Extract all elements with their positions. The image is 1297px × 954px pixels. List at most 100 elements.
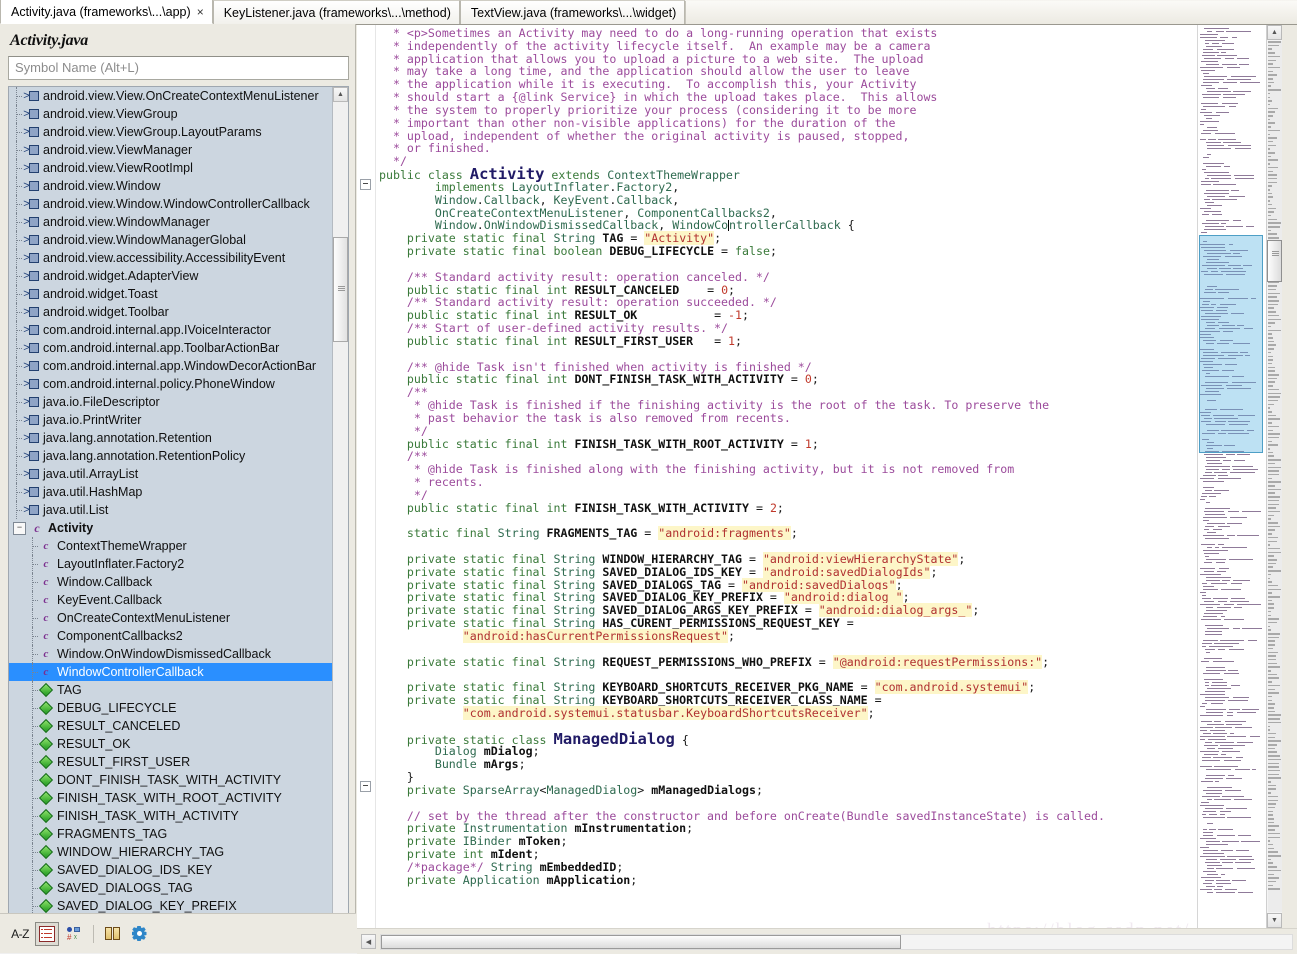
tree-item-com-android-internal-app-ivoiceinteractor[interactable]: > com.android.internal.app.IVoiceInteract… <box>9 321 334 339</box>
close-icon[interactable]: × <box>197 1 204 23</box>
tree-item-java-io-filedescriptor[interactable]: > java.io.FileDescriptor <box>9 393 334 411</box>
code-editor[interactable]: * <p>Sometimes an Activity may need to d… <box>357 25 1197 928</box>
code-text[interactable]: * <p>Sometimes an Activity may need to d… <box>379 27 1197 886</box>
tree-item-android-widget-toast[interactable]: > android.widget.Toast <box>9 285 334 303</box>
tree-item-java-util-list[interactable]: > java.util.List <box>9 501 334 519</box>
tree-item-windowcontrollercallback[interactable]: c WindowControllerCallback <box>9 663 334 681</box>
tree-item-java-util-arraylist[interactable]: > java.util.ArrayList <box>9 465 334 483</box>
tree-item-result-first-user[interactable]: RESULT_FIRST_USER <box>9 753 334 771</box>
documentation-button[interactable] <box>102 923 124 945</box>
scroll-up-arrow[interactable]: ▲ <box>1267 25 1282 40</box>
tree-item-java-io-printwriter[interactable]: > java.io.PrintWriter <box>9 411 334 429</box>
annotation-mark <box>1268 488 1281 491</box>
tree-item-android-view-windowmanager[interactable]: > android.view.WindowManager <box>9 213 334 231</box>
tree-item-android-widget-toolbar[interactable]: > android.widget.Toolbar <box>9 303 334 321</box>
tree-item-android-view-viewgroup-layoutparams[interactable]: > android.view.ViewGroup.LayoutParams <box>9 123 334 141</box>
code-line: * @hide Task is finished along with the … <box>379 463 1197 476</box>
tree-item-android-view-window[interactable]: > android.view.Window <box>9 177 334 195</box>
hscroll-thumb[interactable] <box>381 934 901 949</box>
tree-item-android-view-view-oncreatecontextmenulistener[interactable]: > android.view.View.OnCreateContextMenuLi… <box>9 87 334 105</box>
tree-item-fragments-tag[interactable]: FRAGMENTS_TAG <box>9 825 334 843</box>
fold-marker[interactable] <box>360 781 371 792</box>
tree-item-window-hierarchy-tag[interactable]: WINDOW_HIERARCHY_TAG <box>9 843 334 861</box>
annotation-mark <box>1268 847 1274 850</box>
tree-item-oncreatecontextmenulistener[interactable]: c OnCreateContextMenuListener <box>9 609 334 627</box>
sort-alphabetically-button[interactable]: A-Z <box>9 923 31 945</box>
scrollbar-thumb[interactable] <box>1267 240 1282 282</box>
tree-item-android-view-viewrootimpl[interactable]: > android.view.ViewRootImpl <box>9 159 334 177</box>
symbol-tree-list[interactable]: > android.view.View.OnCreateContextMenuLi… <box>9 87 334 935</box>
annotation-mark <box>1268 814 1273 816</box>
tree-item-java-lang-annotation-retention[interactable]: > java.lang.annotation.Retention <box>9 429 334 447</box>
tree-item-componentcallbacks2[interactable]: c ComponentCallbacks2 <box>9 627 334 645</box>
symbol-tree[interactable]: > android.view.View.OnCreateContextMenuLi… <box>8 86 349 936</box>
tree-item-window-callback[interactable]: c Window.Callback <box>9 573 334 591</box>
editor-vertical-scrollbar[interactable]: ▲ ▼ <box>1266 25 1283 928</box>
annotation-mark <box>1268 888 1280 890</box>
symbol-tree-scrollbar[interactable]: ▲ ▼ <box>332 87 348 935</box>
tree-connector <box>9 87 23 105</box>
code-token: private <box>379 872 463 887</box>
tab-keylistener-java[interactable]: KeyListener.java (frameworks\...\method) <box>212 0 460 24</box>
hscroll-track[interactable] <box>380 933 1293 950</box>
tree-item-activity[interactable]: − c Activity <box>9 519 334 537</box>
tree-item-debug-lifecycle[interactable]: DEBUG_LIFECYCLE <box>9 699 334 717</box>
tree-item-android-view-window-windowcontrollercallback[interactable]: > android.view.Window.WindowControllerCal… <box>9 195 334 213</box>
code-token: ; <box>930 564 938 579</box>
tree-connector <box>25 699 39 717</box>
code-line: * recents. <box>379 476 1197 489</box>
tree-item-android-view-viewgroup[interactable]: > android.view.ViewGroup <box>9 105 334 123</box>
tree-item-finish-task-with-root-activity[interactable]: FINISH_TASK_WITH_ROOT_ACTIVITY <box>9 789 334 807</box>
scroll-up-arrow[interactable]: ▲ <box>333 87 348 102</box>
tree-item-window-onwindowdismissedcallback[interactable]: c Window.OnWindowDismissedCallback <box>9 645 334 663</box>
tree-item-com-android-internal-policy-phonewindow[interactable]: > com.android.internal.policy.PhoneWindow <box>9 375 334 393</box>
tree-item-com-android-internal-app-toolbaractionbar[interactable]: > com.android.internal.app.ToolbarActionB… <box>9 339 334 357</box>
tree-item-result-ok[interactable]: RESULT_OK <box>9 735 334 753</box>
tree-item-com-android-internal-app-windowdecoractionbar[interactable]: > com.android.internal.app.WindowDecorAct… <box>9 357 334 375</box>
tree-item-android-widget-adapterview[interactable]: > android.widget.AdapterView <box>9 267 334 285</box>
tree-item-contextthemewrapper[interactable]: c ContextThemeWrapper <box>9 537 334 555</box>
tree-item-result-canceled[interactable]: RESULT_CANCELED <box>9 717 334 735</box>
tree-connector <box>9 339 23 357</box>
tree-item-java-util-hashmap[interactable]: > java.util.HashMap <box>9 483 334 501</box>
tree-item-dont-finish-task-with-activity[interactable]: DONT_FINISH_TASK_WITH_ACTIVITY <box>9 771 334 789</box>
scroll-left-arrow[interactable]: ◀ <box>361 934 376 949</box>
tree-item-label: android.view.accessibility.Accessibility… <box>43 251 286 265</box>
tree-item-android-view-accessibility-accessibilityevent[interactable]: > android.view.accessibility.Accessibilit… <box>9 249 334 267</box>
scrollbar-thumb[interactable] <box>333 237 348 342</box>
code-token: FRAGMENTS_TAG <box>546 526 638 541</box>
code-minimap[interactable] <box>1197 25 1266 928</box>
tree-item-java-lang-annotation-retentionpolicy[interactable]: > java.lang.annotation.RetentionPolicy <box>9 447 334 465</box>
fold-marker[interactable] <box>360 179 371 190</box>
tab-textview-java[interactable]: TextView.java (frameworks\...\widget) <box>459 0 686 24</box>
editor-horizontal-scrollbar[interactable]: ◀ <box>357 928 1297 954</box>
group-by-type-button[interactable]: # ᵡ <box>63 923 85 945</box>
editor-gutter[interactable] <box>357 25 376 928</box>
annotation-mark <box>1268 381 1275 383</box>
flat-list-view-button[interactable] <box>35 921 59 946</box>
annotation-mark <box>1268 303 1278 306</box>
annotation-mark <box>1268 577 1270 580</box>
field-icon <box>38 808 54 824</box>
code-token: 1 <box>804 436 812 451</box>
tree-item-android-view-windowmanagerglobal[interactable]: > android.view.WindowManagerGlobal <box>9 231 334 249</box>
tab-bar-filler <box>685 1 1297 24</box>
scroll-down-arrow[interactable]: ▼ <box>1267 913 1282 928</box>
collapse-icon[interactable]: − <box>13 521 26 535</box>
preferences-button[interactable] <box>128 923 150 945</box>
tree-item-tag[interactable]: TAG <box>9 681 334 699</box>
tree-item-saved-dialogs-tag[interactable]: SAVED_DIALOGS_TAG <box>9 879 334 897</box>
tree-item-saved-dialog-ids-key[interactable]: SAVED_DIALOG_IDS_KEY <box>9 861 334 879</box>
tree-item-layoutinflater-factory2[interactable]: c LayoutInflater.Factory2 <box>9 555 334 573</box>
tree-connector <box>25 807 39 825</box>
search-input[interactable]: Symbol Name (Alt+L) <box>8 56 349 80</box>
window-right-edge <box>1282 25 1297 928</box>
tree-item-android-view-viewmanager[interactable]: > android.view.ViewManager <box>9 141 334 159</box>
minimap-viewport[interactable] <box>1199 235 1263 453</box>
tree-item-finish-task-with-activity[interactable]: FINISH_TASK_WITH_ACTIVITY <box>9 807 334 825</box>
tab-activity-java[interactable]: Activity.java (frameworks\...\app) × <box>0 0 213 24</box>
annotation-mark <box>1268 496 1280 498</box>
tree-item-keyevent-callback[interactable]: c KeyEvent.Callback <box>9 591 334 609</box>
